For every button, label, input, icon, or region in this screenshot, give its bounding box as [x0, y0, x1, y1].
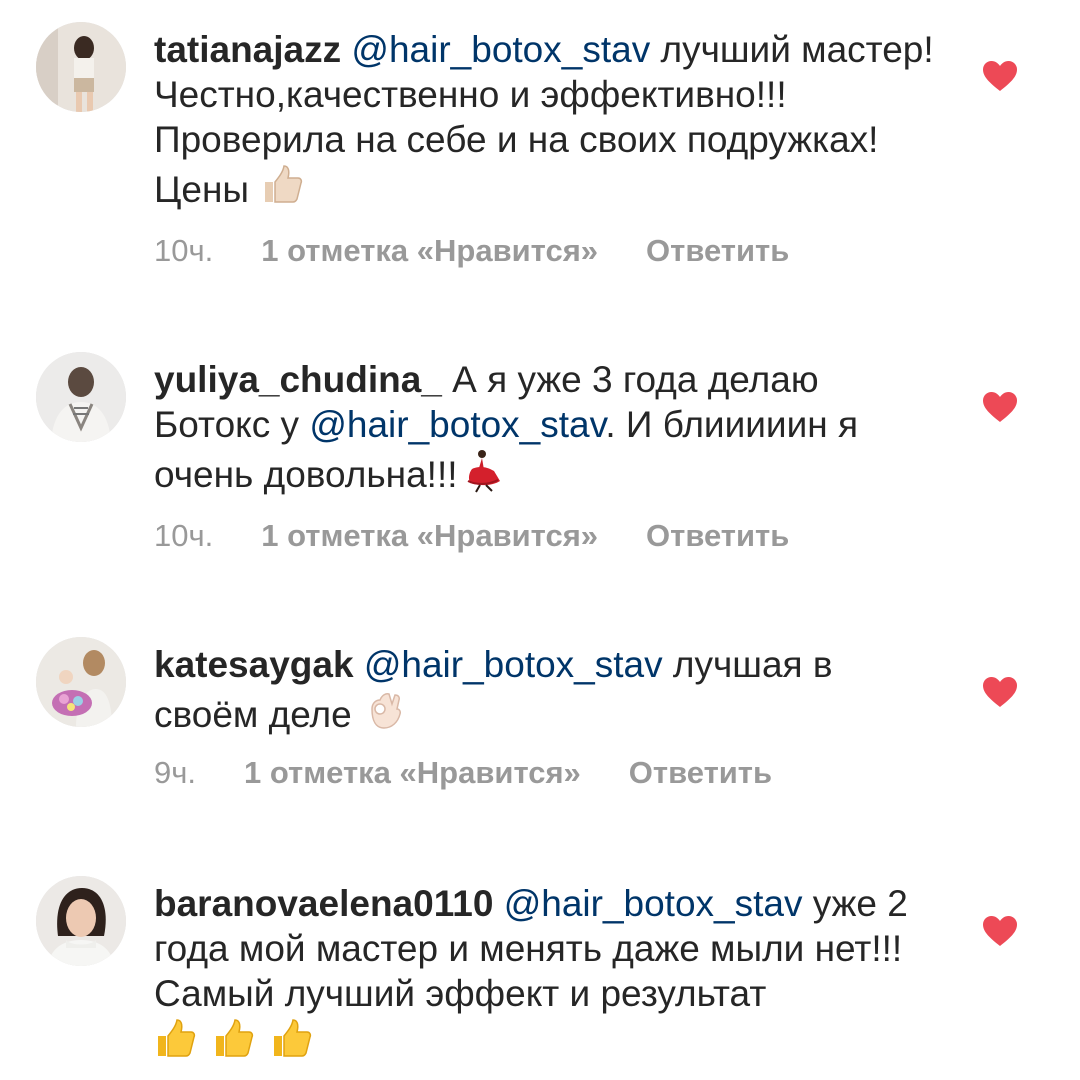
comment-body: katesaygak @hair_botox_stav лучшая в сво…: [154, 642, 934, 743]
avatar[interactable]: [36, 876, 126, 966]
comment-username[interactable]: yuliya_chudina_: [154, 359, 442, 400]
comment-mention[interactable]: @hair_botox_stav: [364, 644, 663, 685]
comment-body: baranovaelena0110 @hair_botox_stav уже 2…: [154, 881, 934, 1072]
comment-body: yuliya_chudina_ А я уже 3 года делаю Бот…: [154, 357, 934, 503]
comment-time: 10ч.: [154, 233, 214, 268]
likes-count[interactable]: 1 отметка «Нравится»: [261, 518, 598, 553]
comment-meta: 10ч. 1 отметка «Нравится» Ответить: [154, 518, 789, 554]
avatar[interactable]: [36, 22, 126, 112]
comment-mention[interactable]: @hair_botox_stav: [504, 883, 803, 924]
likes-count[interactable]: 1 отметка «Нравится»: [261, 233, 598, 268]
thumbs-up-icon: [154, 1016, 324, 1072]
comment-body: tatianajazz @hair_botox_stav лучший маст…: [154, 27, 934, 218]
dancer-icon: [458, 447, 504, 503]
reply-button[interactable]: Ответить: [629, 755, 772, 790]
heart-icon[interactable]: [982, 391, 1018, 423]
comment-mention[interactable]: @hair_botox_stav: [351, 29, 650, 70]
comment-meta: 10ч. 1 отметка «Нравится» Ответить: [154, 233, 789, 269]
comment-meta: 9ч. 1 отметка «Нравится» Ответить: [154, 755, 772, 791]
likes-count[interactable]: 1 отметка «Нравится»: [244, 755, 581, 790]
reply-button[interactable]: Ответить: [646, 518, 789, 553]
heart-icon[interactable]: [982, 60, 1018, 92]
heart-icon[interactable]: [982, 676, 1018, 708]
comment-time: 10ч.: [154, 518, 214, 553]
heart-icon[interactable]: [982, 915, 1018, 947]
comment-username[interactable]: tatianajazz: [154, 29, 341, 70]
reply-button[interactable]: Ответить: [646, 233, 789, 268]
comment-mention[interactable]: @hair_botox_stav: [309, 404, 605, 445]
comment-time: 9ч.: [154, 755, 197, 790]
thumbs-up-light-icon: [259, 162, 305, 218]
ok-hand-icon: [362, 687, 408, 743]
avatar[interactable]: [36, 637, 126, 727]
comment-username[interactable]: baranovaelena0110: [154, 883, 493, 924]
avatar[interactable]: [36, 352, 126, 442]
comment-username[interactable]: katesaygak: [154, 644, 354, 685]
